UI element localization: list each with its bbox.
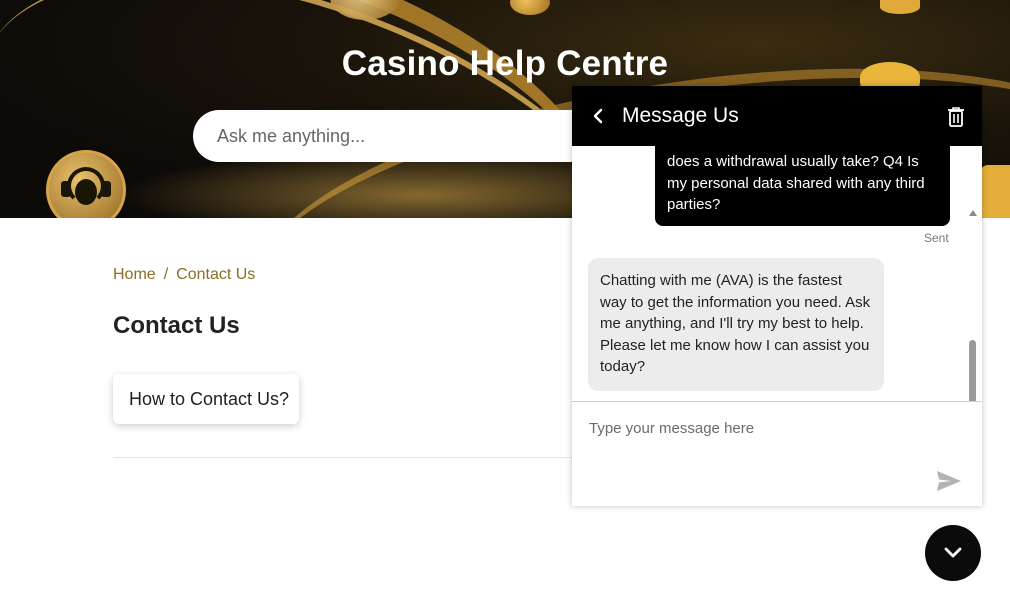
breadcrumb-home-link[interactable]: Home xyxy=(113,266,156,284)
casino-chip-decoration xyxy=(980,165,1010,218)
chat-messages[interactable]: does a withdrawal usually take? Q4 Is my… xyxy=(572,146,982,401)
page-title: Contact Us xyxy=(113,312,240,339)
breadcrumb: Home / Contact Us xyxy=(113,266,255,284)
scroll-up-arrow-icon[interactable] xyxy=(969,210,977,216)
breadcrumb-separator: / xyxy=(163,266,169,283)
bot-message-bubble: Chatting with me (AVA) is the fastest wa… xyxy=(588,258,884,391)
chat-input-area xyxy=(572,401,982,506)
trash-icon[interactable] xyxy=(946,106,966,128)
chat-panel: Message Us does a withdrawal usually tak… xyxy=(572,86,982,506)
sent-status: Sent xyxy=(924,231,949,245)
hero-title: Casino Help Centre xyxy=(341,44,669,83)
send-icon[interactable] xyxy=(936,470,962,492)
casino-chip-decoration xyxy=(510,0,550,15)
chevron-down-icon xyxy=(944,547,962,558)
chat-toggle-button[interactable] xyxy=(925,525,981,581)
scrollbar-thumb[interactable] xyxy=(969,340,976,401)
how-to-contact-card[interactable]: How to Contact Us? xyxy=(113,374,299,424)
chat-title: Message Us xyxy=(622,104,739,127)
chat-header: Message Us xyxy=(572,86,982,146)
message-input[interactable] xyxy=(589,420,949,460)
divider xyxy=(113,457,583,458)
user-message-text: does a withdrawal usually take? Q4 Is my… xyxy=(667,153,925,213)
chevron-left-icon[interactable] xyxy=(590,108,606,124)
breadcrumb-current[interactable]: Contact Us xyxy=(176,266,255,284)
casino-chip-decoration xyxy=(880,0,920,14)
search-bar[interactable] xyxy=(193,110,613,162)
user-message-bubble: does a withdrawal usually take? Q4 Is my… xyxy=(655,146,950,226)
search-input[interactable] xyxy=(217,125,589,147)
chat-scrollbar[interactable] xyxy=(968,210,978,401)
